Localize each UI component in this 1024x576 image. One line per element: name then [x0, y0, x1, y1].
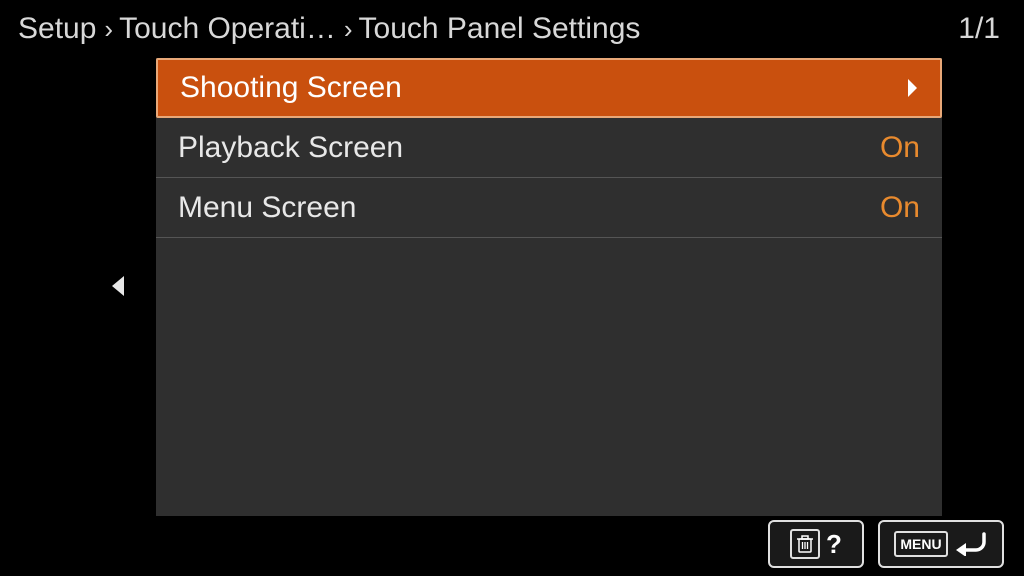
breadcrumb-level2[interactable]: Touch Operati…	[119, 12, 336, 46]
trash-icon	[790, 529, 820, 559]
menu-item-label: Menu Screen	[178, 191, 880, 225]
menu-item-value: On	[880, 191, 920, 225]
menu-item-shooting-screen[interactable]: Shooting Screen	[156, 58, 942, 118]
breadcrumb-level1[interactable]: Setup	[18, 12, 96, 46]
menu-list: Shooting Screen Playback Screen On Menu …	[156, 58, 942, 516]
menu-item-label: Playback Screen	[178, 131, 880, 165]
menu-item-playback-screen[interactable]: Playback Screen On	[156, 118, 942, 178]
menu-back-button[interactable]: MENU	[878, 520, 1004, 568]
menu-item-value: On	[880, 131, 920, 165]
bottom-bar: ? MENU	[768, 520, 1004, 568]
return-icon	[954, 528, 988, 561]
triangle-left-icon	[110, 274, 126, 298]
page-indicator: 1/1	[958, 12, 1006, 46]
menu-item-label: Shooting Screen	[180, 71, 906, 105]
help-button[interactable]: ?	[768, 520, 864, 568]
chevron-right-icon	[906, 78, 918, 98]
chevron-right-icon: ›	[344, 14, 353, 45]
back-arrow-button[interactable]	[98, 266, 138, 306]
menu-label: MENU	[894, 531, 947, 557]
chevron-right-icon: ›	[104, 14, 113, 45]
menu-item-menu-screen[interactable]: Menu Screen On	[156, 178, 942, 238]
question-mark-icon: ?	[826, 529, 842, 560]
breadcrumb: Setup › Touch Operati… › Touch Panel Set…	[0, 0, 1024, 60]
breadcrumb-level3: Touch Panel Settings	[359, 12, 641, 46]
